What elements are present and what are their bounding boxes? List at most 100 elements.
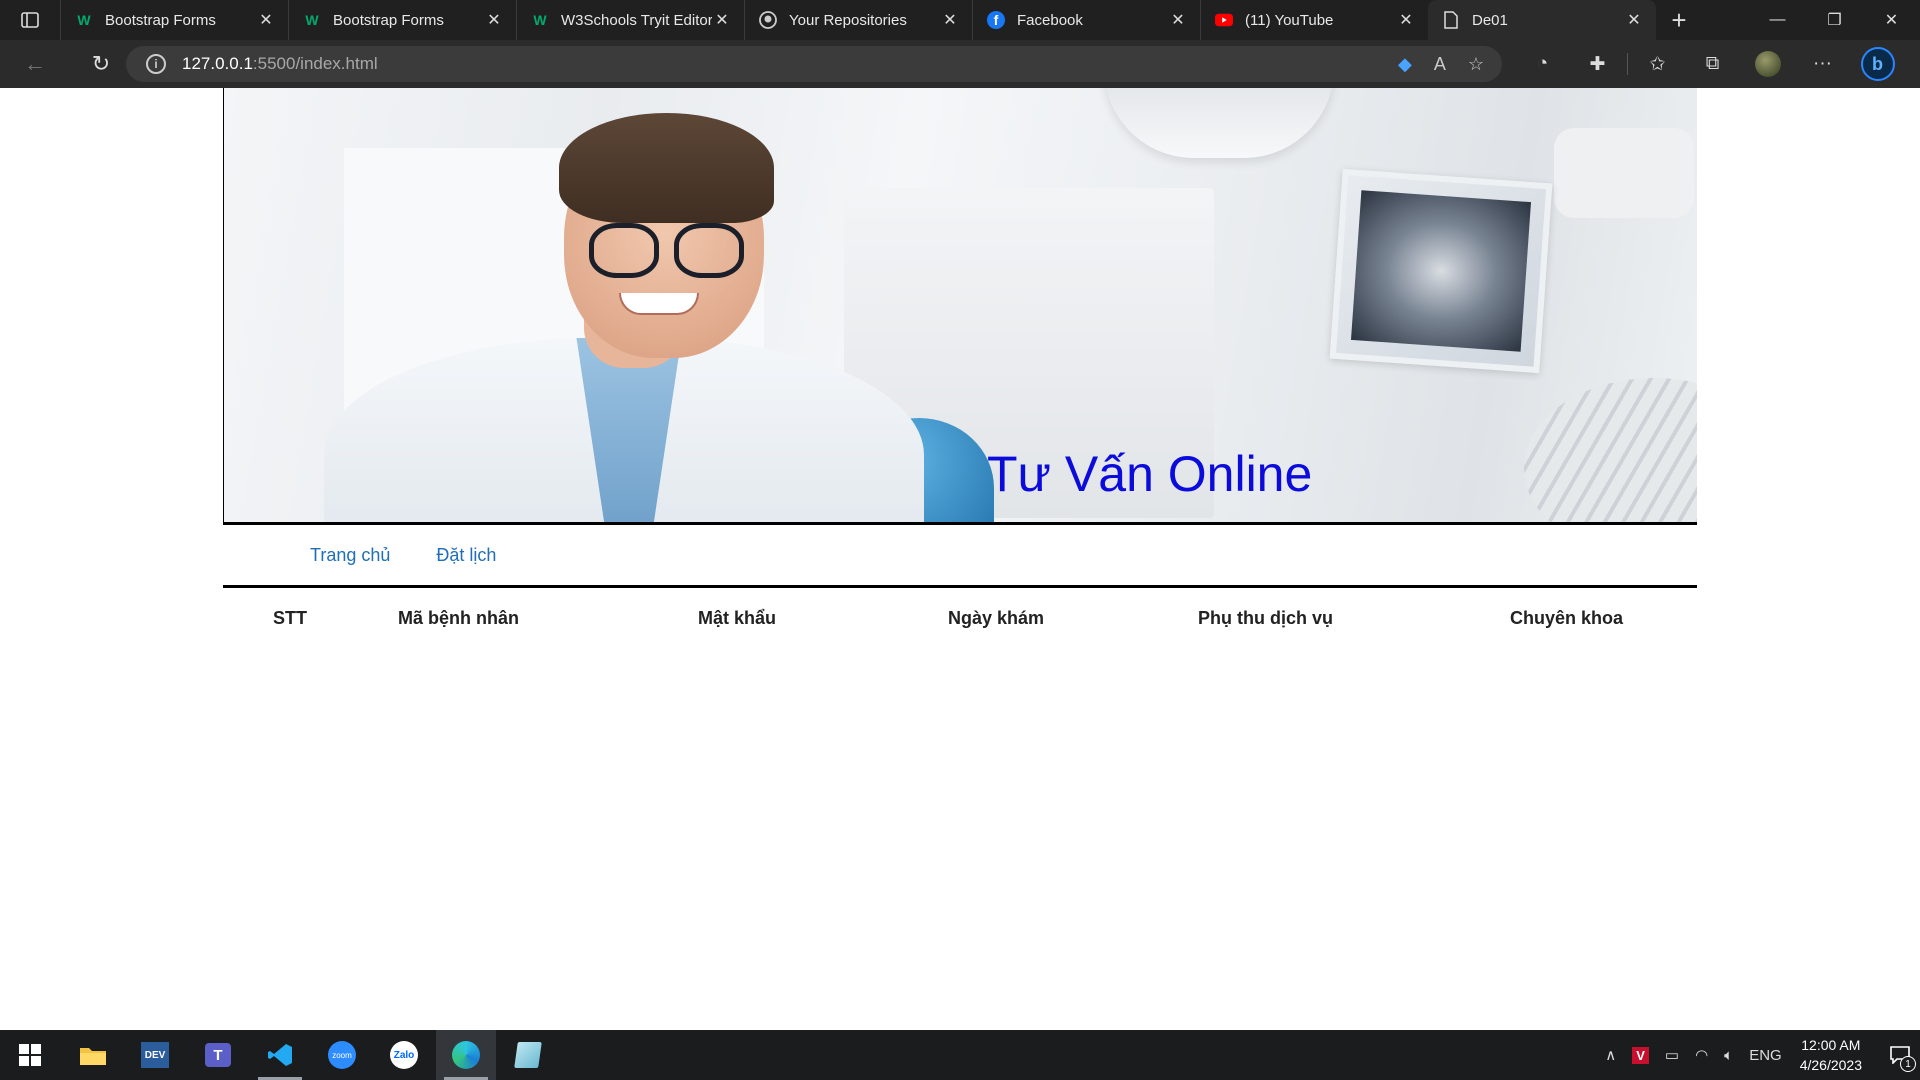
col-header-stt: STT (273, 607, 307, 628)
info-icon[interactable]: i (146, 54, 166, 74)
col-header-patient-id: Mã bệnh nhân (398, 607, 519, 628)
close-icon[interactable]: ✕ (940, 10, 960, 30)
close-icon[interactable]: ✕ (1168, 10, 1188, 30)
zoom-icon[interactable]: zoom (312, 1030, 372, 1080)
dental-lamp-image (1104, 88, 1334, 158)
minimize-button[interactable]: — (1749, 0, 1806, 40)
table-header-row: STT Mã bệnh nhân Mật khẩu Ngày khám Phụ … (223, 588, 1697, 648)
tab-title: De01 (1472, 11, 1508, 29)
tab-bootstrap-forms-1[interactable]: W Bootstrap Forms ✕ (60, 0, 288, 40)
wifi-icon[interactable]: ◠ (1695, 1046, 1708, 1064)
tab-facebook[interactable]: f Facebook ✕ (972, 0, 1200, 40)
tab-strip: W Bootstrap Forms ✕ W Bootstrap Forms ✕ … (0, 0, 1920, 40)
read-aloud-icon[interactable]: A (1434, 54, 1446, 75)
shopping-tag-icon[interactable]: ◆ (1398, 54, 1412, 75)
vscode-icon[interactable] (250, 1030, 310, 1080)
github-icon (759, 11, 777, 29)
new-tab-button[interactable]: + (1656, 0, 1702, 40)
col-header-specialty: Chuyên khoa (1510, 607, 1624, 628)
add-favorite-icon[interactable]: ☆ (1468, 54, 1484, 75)
clock-date: 4/26/2023 (1799, 1057, 1862, 1073)
address-bar[interactable]: i 127.0.0.1:5500/index.html ◆ A ☆ (126, 46, 1502, 82)
close-window-button[interactable]: ✕ (1863, 0, 1920, 40)
file-explorer-icon[interactable] (63, 1030, 123, 1080)
system-tray: ∧ V ▭ ◠ 🔈︎ ENG 12:00 AM 4/26/2023 1 (1597, 1030, 1920, 1080)
glasses-right-image (674, 223, 744, 278)
performance-icon[interactable]: ◔ (1515, 40, 1570, 88)
menu-link-booking[interactable]: Đặt lịch (436, 545, 496, 566)
web-page: Tư Vấn Online Trang chủ Đặt lịch STT Mã … (0, 88, 1920, 1030)
tab-title: Bootstrap Forms (333, 11, 444, 29)
tab-title: (11) YouTube (1245, 11, 1334, 29)
collections-icon[interactable]: ⧉ (1685, 40, 1740, 88)
youtube-icon (1215, 11, 1233, 29)
tab-bootstrap-forms-2[interactable]: W Bootstrap Forms ✕ (288, 0, 516, 40)
dental-chair-image (1524, 378, 1697, 522)
notification-center-button[interactable]: 1 (1880, 1030, 1920, 1080)
windows-icon (19, 1044, 41, 1066)
tab-youtube[interactable]: (11) YouTube ✕ (1200, 0, 1428, 40)
window-controls: — ❐ ✕ (1749, 0, 1920, 40)
tab-title: W3Schools Tryit Editor (561, 11, 712, 29)
doctor-smile-image (619, 293, 699, 315)
tab-de01[interactable]: De01 ✕ (1428, 0, 1656, 40)
close-icon[interactable]: ✕ (1396, 10, 1416, 30)
xray-image (1329, 168, 1553, 374)
col-header-service-fee: Phụ thu dịch vụ (1198, 607, 1333, 628)
col-header-visit-date: Ngày khám (948, 607, 1045, 628)
tab-w3schools-tryit[interactable]: W W3Schools Tryit Editor ✕ (516, 0, 744, 40)
banner-title: Tư Vấn Online (987, 446, 1313, 502)
windows-taskbar: DEV T zoom Zalo ∧ V ▭ ◠ 🔈︎ ENG 12:00 AM … (0, 1030, 1920, 1080)
url-path: :5500/index.html (252, 54, 378, 73)
language-indicator[interactable]: ENG (1749, 1047, 1782, 1064)
bing-icon: b (1860, 47, 1895, 81)
clock-time: 12:00 AM (1801, 1037, 1861, 1053)
battery-icon[interactable]: ▭ (1665, 1046, 1679, 1064)
address-bar-icons: ◆ A ☆ (1398, 46, 1484, 82)
header-banner: Tư Vấn Online (223, 88, 1697, 525)
profile-avatar[interactable] (1740, 40, 1795, 88)
url-host: 127.0.0.1 (182, 54, 253, 73)
close-icon[interactable]: ✕ (1624, 10, 1644, 30)
toolbar-divider (1627, 53, 1628, 75)
w3schools-icon: W (533, 12, 547, 28)
restore-button[interactable]: ❐ (1806, 0, 1863, 40)
tab-actions-button[interactable] (0, 0, 60, 40)
clock[interactable]: 12:00 AM 4/26/2023 (1800, 1035, 1862, 1075)
bing-chat-button[interactable]: b (1850, 40, 1905, 88)
w3schools-icon: W (77, 12, 91, 28)
teams-icon[interactable]: T (188, 1030, 248, 1080)
back-button[interactable]: ← (12, 41, 58, 87)
notepad-icon[interactable] (498, 1030, 558, 1080)
dev-cpp-icon[interactable]: DEV (125, 1030, 185, 1080)
show-hidden-icons[interactable]: ∧ (1605, 1046, 1616, 1064)
volume-icon[interactable]: 🔈︎ (1724, 1047, 1733, 1064)
menu-link-home[interactable]: Trang chủ (310, 545, 390, 566)
tab-title: Your Repositories (789, 11, 907, 29)
w3schools-icon: W (305, 12, 319, 28)
close-icon[interactable]: ✕ (712, 10, 732, 30)
favorites-icon[interactable]: ✩ (1630, 40, 1685, 88)
zalo-icon[interactable]: Zalo (374, 1030, 434, 1080)
dental-arm-image (1554, 128, 1694, 218)
main-menu: Trang chủ Đặt lịch (223, 525, 1697, 588)
extensions-icon[interactable]: ✚ (1570, 40, 1625, 88)
antivirus-icon[interactable]: V (1632, 1046, 1649, 1064)
edge-icon[interactable] (436, 1030, 496, 1080)
close-icon[interactable]: ✕ (484, 10, 504, 30)
facebook-icon: f (987, 11, 1005, 29)
url-text: 127.0.0.1:5500/index.html (182, 54, 378, 74)
reload-button[interactable]: ↻ (78, 41, 124, 87)
tab-title: Facebook (1017, 11, 1083, 29)
toolbar-right: ◔ ✚ ✩ ⧉ ··· b (1515, 40, 1905, 88)
tab-actions-icon (21, 12, 39, 28)
col-header-password: Mật khẩu (698, 607, 777, 628)
tab-your-repositories[interactable]: Your Repositories ✕ (744, 0, 972, 40)
glasses-left-image (589, 223, 659, 278)
document-icon (1442, 11, 1460, 29)
page-container: Tư Vấn Online Trang chủ Đặt lịch STT Mã … (223, 88, 1697, 648)
more-options-icon[interactable]: ··· (1795, 40, 1850, 88)
tab-title: Bootstrap Forms (105, 11, 216, 29)
start-button[interactable] (0, 1030, 60, 1080)
close-icon[interactable]: ✕ (256, 10, 276, 30)
